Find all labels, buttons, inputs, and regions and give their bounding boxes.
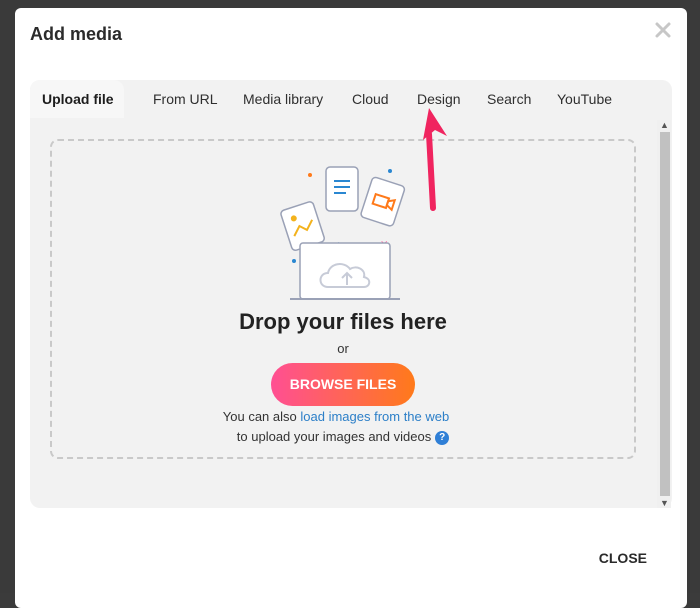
tab-cloud[interactable]: Cloud xyxy=(340,80,401,118)
tab-from-url[interactable]: From URL xyxy=(141,80,230,118)
load-from-web-line: You can also load images from the web xyxy=(15,409,657,424)
close-x-icon[interactable] xyxy=(653,20,673,40)
load-images-from-web-link[interactable]: load images from the web xyxy=(300,409,449,424)
modal-title: Add media xyxy=(30,24,123,44)
close-button[interactable]: CLOSE xyxy=(599,550,647,566)
load-from-web-prefix: You can also xyxy=(222,409,297,424)
scroll-down-icon[interactable]: ▼ xyxy=(660,498,669,508)
pink-arrow-pointer xyxy=(423,108,447,211)
browse-files-button[interactable]: BROWSE FILES xyxy=(271,363,415,406)
add-media-modal: Add media Upload file From URL Media lib… xyxy=(15,8,687,608)
tab-search[interactable]: Search xyxy=(475,80,543,118)
tab-upload-file[interactable]: Upload file xyxy=(30,80,124,118)
upload-hint-text: to upload your images and videos xyxy=(236,429,432,444)
tab-youtube[interactable]: YouTube xyxy=(545,80,624,118)
scrollbar[interactable]: ▲ ▼ xyxy=(657,120,671,508)
or-separator: or xyxy=(337,341,349,356)
upload-hint: to upload your images and videos? xyxy=(52,429,634,445)
question-circle-icon[interactable]: ? xyxy=(435,431,450,445)
cloud-upload-laptop-illustration: + × xyxy=(280,166,406,300)
dropzone-title: Drop your files here xyxy=(239,309,447,334)
scroll-up-icon[interactable]: ▲ xyxy=(660,120,669,130)
scroll-thumb[interactable] xyxy=(660,132,670,496)
tab-media-library[interactable]: Media library xyxy=(231,80,335,118)
